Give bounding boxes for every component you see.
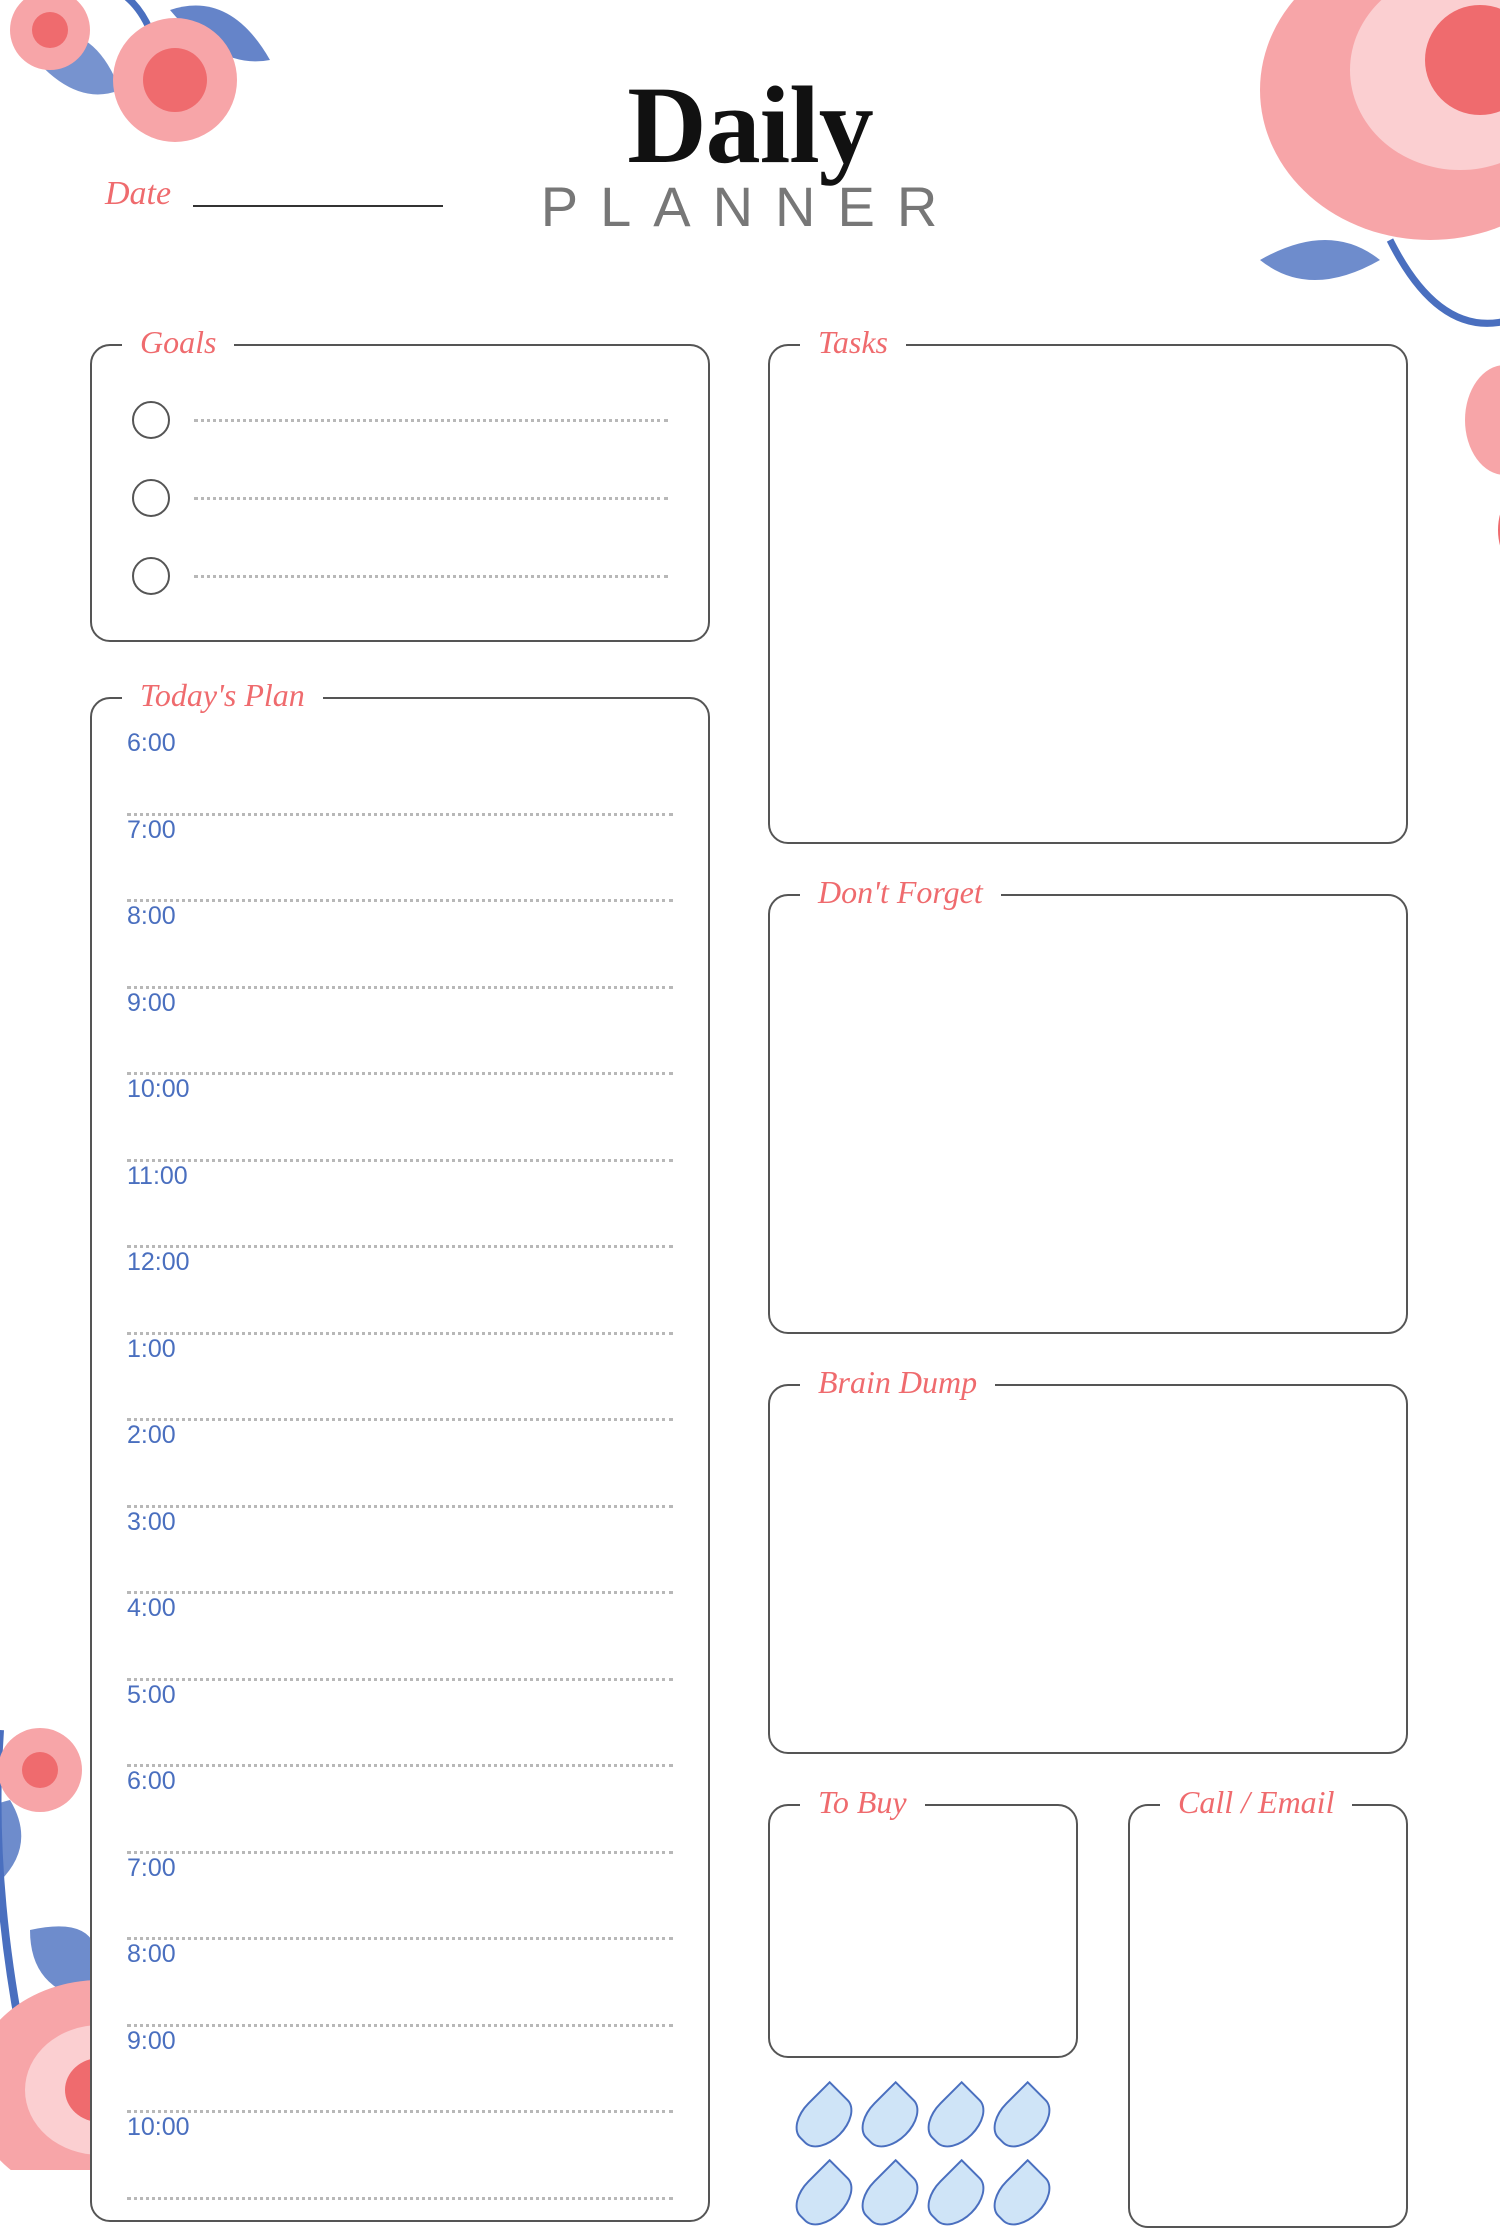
plan-time-label: 12:00 bbox=[127, 1248, 673, 1299]
plan-row[interactable]: 4:00 bbox=[127, 1594, 673, 1681]
goal-row[interactable] bbox=[132, 459, 668, 537]
goal-row[interactable] bbox=[132, 381, 668, 459]
brain-dump-box[interactable]: Brain Dump bbox=[768, 1384, 1408, 1754]
plan-line[interactable] bbox=[127, 2164, 673, 2200]
goal-line[interactable] bbox=[194, 419, 668, 422]
goal-bullet-icon[interactable] bbox=[132, 401, 170, 439]
water-tracker bbox=[783, 2088, 1063, 2228]
plan-row[interactable]: 8:00 bbox=[127, 1940, 673, 2027]
water-drop-icon[interactable] bbox=[786, 2081, 862, 2157]
plan-line[interactable] bbox=[127, 780, 673, 816]
plan-line[interactable] bbox=[127, 1040, 673, 1076]
brain-dump-legend: Brain Dump bbox=[800, 1364, 995, 1401]
plan-row[interactable]: 9:00 bbox=[127, 989, 673, 1076]
goal-row[interactable] bbox=[132, 537, 668, 615]
dont-forget-legend: Don't Forget bbox=[800, 874, 1001, 911]
plan-line[interactable] bbox=[127, 1299, 673, 1335]
water-drop-icon[interactable] bbox=[786, 2159, 862, 2235]
plan-time-label: 2:00 bbox=[127, 1421, 673, 1472]
plan-line[interactable] bbox=[127, 1732, 673, 1768]
plan-row[interactable]: 2:00 bbox=[127, 1421, 673, 1508]
plan-time-label: 10:00 bbox=[127, 2113, 673, 2164]
todays-plan-legend: Today's Plan bbox=[122, 677, 323, 714]
todays-plan-box: Today's Plan 6:007:008:009:0010:0011:001… bbox=[90, 697, 710, 2222]
to-buy-box[interactable]: To Buy bbox=[768, 1804, 1078, 2058]
plan-time-label: 9:00 bbox=[127, 2027, 673, 2078]
plan-time-label: 1:00 bbox=[127, 1335, 673, 1386]
goal-bullet-icon[interactable] bbox=[132, 479, 170, 517]
plan-row[interactable]: 8:00 bbox=[127, 902, 673, 989]
water-drop-icon[interactable] bbox=[852, 2159, 928, 2235]
goal-bullet-icon[interactable] bbox=[132, 557, 170, 595]
date-input-line[interactable] bbox=[193, 205, 443, 207]
goal-line[interactable] bbox=[194, 497, 668, 500]
to-buy-legend: To Buy bbox=[800, 1784, 925, 1821]
plan-time-label: 7:00 bbox=[127, 816, 673, 867]
plan-line[interactable] bbox=[127, 1818, 673, 1854]
plan-row[interactable]: 10:00 bbox=[127, 2113, 673, 2200]
plan-line[interactable] bbox=[127, 867, 673, 903]
water-drop-icon[interactable] bbox=[918, 2159, 994, 2235]
water-drop-icon[interactable] bbox=[984, 2081, 1060, 2157]
plan-line[interactable] bbox=[127, 1559, 673, 1595]
plan-line[interactable] bbox=[127, 1645, 673, 1681]
tasks-box[interactable]: Tasks bbox=[768, 344, 1408, 844]
call-email-legend: Call / Email bbox=[1160, 1784, 1352, 1821]
dont-forget-box[interactable]: Don't Forget bbox=[768, 894, 1408, 1334]
water-drop-icon[interactable] bbox=[984, 2159, 1060, 2235]
plan-row[interactable]: 6:00 bbox=[127, 729, 673, 816]
plan-time-label: 11:00 bbox=[127, 1162, 673, 1213]
plan-row[interactable]: 10:00 bbox=[127, 1075, 673, 1162]
plan-row[interactable]: 6:00 bbox=[127, 1767, 673, 1854]
plan-time-label: 4:00 bbox=[127, 1594, 673, 1645]
goals-legend: Goals bbox=[122, 324, 234, 361]
plan-time-label: 3:00 bbox=[127, 1508, 673, 1559]
plan-line[interactable] bbox=[127, 1386, 673, 1422]
water-drop-icon[interactable] bbox=[918, 2081, 994, 2157]
plan-time-label: 6:00 bbox=[127, 1767, 673, 1818]
plan-line[interactable] bbox=[127, 1991, 673, 2027]
plan-line[interactable] bbox=[127, 1472, 673, 1508]
plan-line[interactable] bbox=[127, 1126, 673, 1162]
tasks-legend: Tasks bbox=[800, 324, 906, 361]
plan-row[interactable]: 9:00 bbox=[127, 2027, 673, 2114]
date-label: Date bbox=[105, 175, 171, 213]
plan-time-label: 7:00 bbox=[127, 1854, 673, 1905]
goal-line[interactable] bbox=[194, 575, 668, 578]
plan-row[interactable]: 7:00 bbox=[127, 1854, 673, 1941]
plan-line[interactable] bbox=[127, 1905, 673, 1941]
plan-line[interactable] bbox=[127, 2078, 673, 2114]
plan-row[interactable]: 1:00 bbox=[127, 1335, 673, 1422]
plan-row[interactable]: 12:00 bbox=[127, 1248, 673, 1335]
goals-box: Goals bbox=[90, 344, 710, 642]
plan-line[interactable] bbox=[127, 953, 673, 989]
plan-time-label: 8:00 bbox=[127, 1940, 673, 1991]
plan-row[interactable]: 5:00 bbox=[127, 1681, 673, 1768]
plan-row[interactable]: 11:00 bbox=[127, 1162, 673, 1249]
plan-row[interactable]: 7:00 bbox=[127, 816, 673, 903]
water-drop-icon[interactable] bbox=[852, 2081, 928, 2157]
plan-time-label: 6:00 bbox=[127, 729, 673, 780]
plan-time-label: 5:00 bbox=[127, 1681, 673, 1732]
plan-time-label: 10:00 bbox=[127, 1075, 673, 1126]
plan-time-label: 8:00 bbox=[127, 902, 673, 953]
title-main: Daily bbox=[90, 70, 1410, 180]
call-email-box[interactable]: Call / Email bbox=[1128, 1804, 1408, 2228]
plan-row[interactable]: 3:00 bbox=[127, 1508, 673, 1595]
plan-time-label: 9:00 bbox=[127, 989, 673, 1040]
plan-line[interactable] bbox=[127, 1213, 673, 1249]
